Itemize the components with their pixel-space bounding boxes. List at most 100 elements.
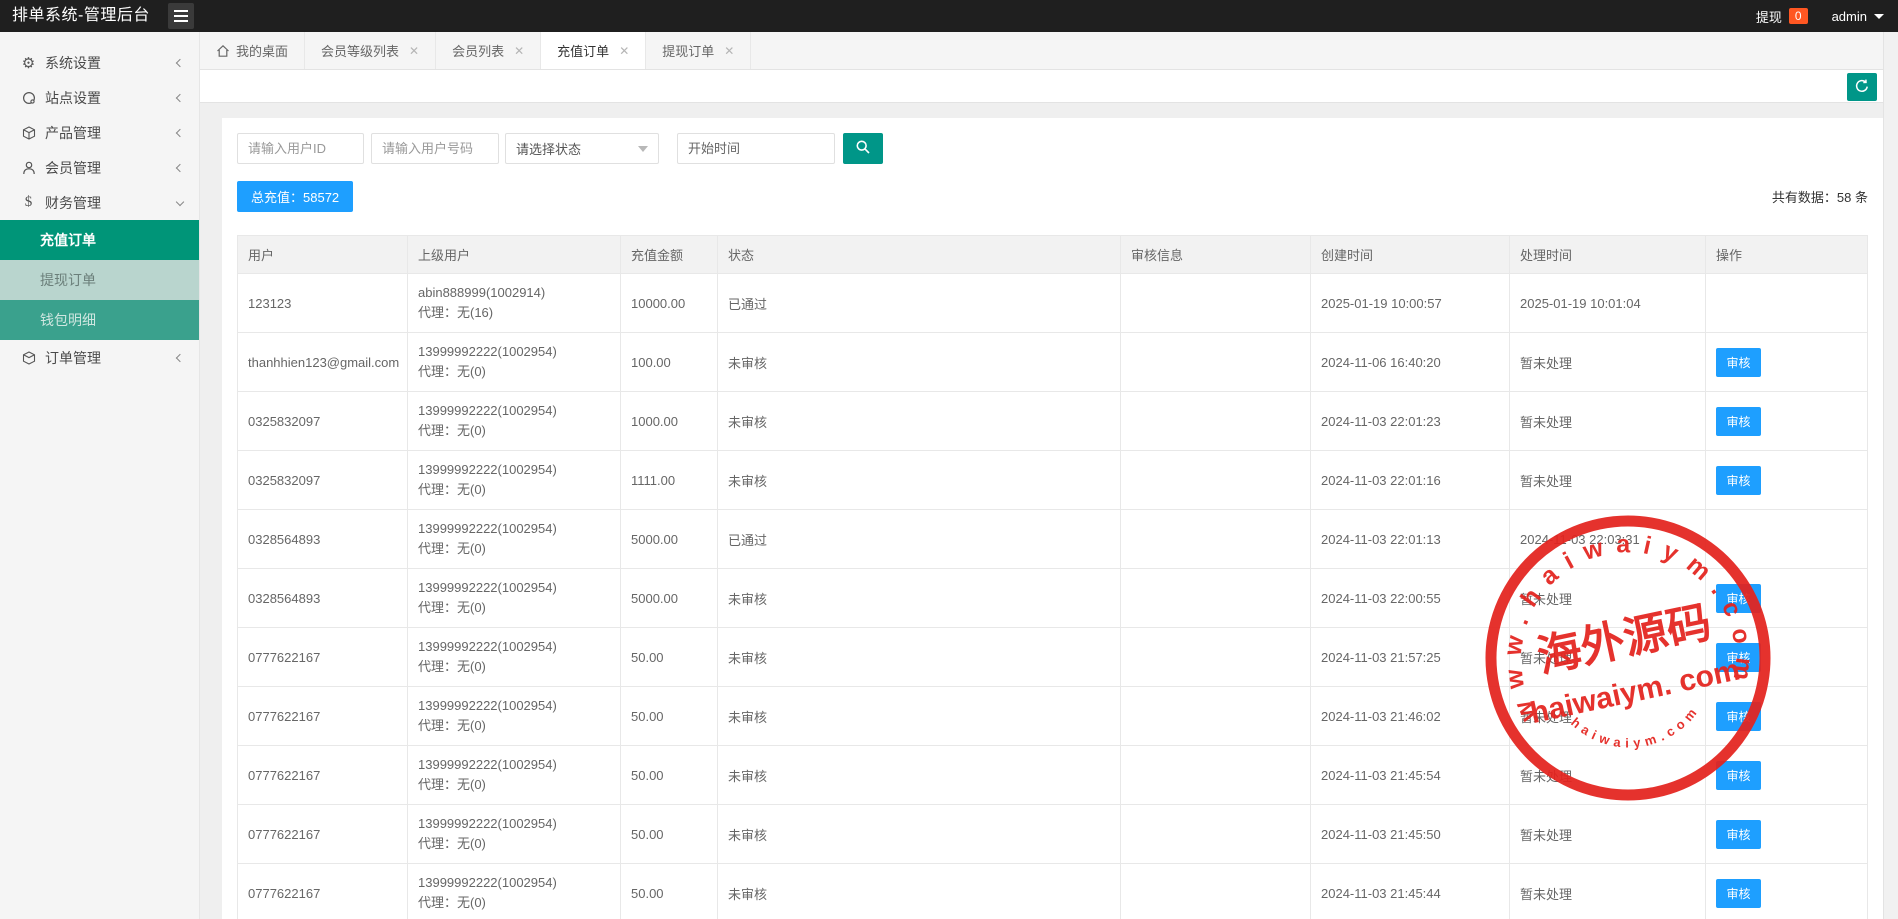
sidebar-item-order-management[interactable]: 订单管理 <box>0 340 199 375</box>
action-cell: 审核 <box>1706 864 1868 919</box>
tab-label: 会员列表 <box>452 41 504 60</box>
table-row: 032856489313999992222(1002954)代理：无(0)500… <box>238 510 1868 569</box>
audit-button[interactable]: 审核 <box>1716 702 1761 731</box>
user-menu[interactable]: admin <box>1832 9 1884 24</box>
agent-text: 代理：无(0) <box>418 834 610 854</box>
processed-time-cell: 暂未处理 <box>1510 569 1706 628</box>
close-icon[interactable]: ✕ <box>619 44 629 58</box>
amount-cell: 50.00 <box>621 864 718 919</box>
created-time-cell: 2024-11-03 21:45:44 <box>1311 864 1510 919</box>
created-time-cell: 2025-01-19 10:00:57 <box>1311 274 1510 333</box>
audit-button[interactable]: 审核 <box>1716 879 1761 908</box>
close-icon[interactable]: ✕ <box>724 44 734 58</box>
agent-text: 代理：无(0) <box>418 657 610 677</box>
tab-member-list[interactable]: 会员列表 ✕ <box>436 32 541 69</box>
refresh-icon <box>1854 78 1870 97</box>
user-cell: 0777622167 <box>238 628 408 687</box>
parent-user-cell: 13999992222(1002954)代理：无(0) <box>408 451 621 510</box>
parent-user-cell: 13999992222(1002954)代理：无(0) <box>408 746 621 805</box>
user-cell: 0328564893 <box>238 510 408 569</box>
sidebar-subitem-recharge-orders[interactable]: 充值订单 <box>0 220 199 260</box>
agent-text: 代理：无(0) <box>418 598 610 618</box>
action-cell: 审核 <box>1706 392 1868 451</box>
audit-button[interactable]: 审核 <box>1716 584 1761 613</box>
audit-button[interactable]: 审核 <box>1716 643 1761 672</box>
created-time-cell: 2024-11-03 22:00:55 <box>1311 569 1510 628</box>
audit-button[interactable]: 审核 <box>1716 348 1761 377</box>
gear-icon: ⚙ <box>20 54 37 72</box>
audit-info-cell <box>1121 510 1311 569</box>
username: admin <box>1832 9 1867 24</box>
tab-label: 我的桌面 <box>236 41 288 60</box>
stats-row: 总充值：58572 共有数据：58 条 <box>237 181 1868 212</box>
hamburger-menu-icon[interactable] <box>168 3 194 29</box>
tab-withdraw-orders[interactable]: 提现订单✕ <box>646 32 751 69</box>
user-cell: 0328564893 <box>238 569 408 628</box>
status-cell: 已通过 <box>718 510 1121 569</box>
sidebar-item-system-settings[interactable]: ⚙系统设置 <box>0 45 199 80</box>
user-phone-input[interactable] <box>371 133 499 164</box>
table-row: 032583209713999992222(1002954)代理：无(0)111… <box>238 451 1868 510</box>
audit-info-cell <box>1121 687 1311 746</box>
status-cell: 未审核 <box>718 628 1121 687</box>
table-row: 077762216713999992222(1002954)代理：无(0)50.… <box>238 628 1868 687</box>
sidebar-item-product-management[interactable]: 产品管理 <box>0 115 199 150</box>
parent-user-text: 13999992222(1002954) <box>418 637 610 657</box>
created-time-cell: 2024-11-03 21:46:02 <box>1311 687 1510 746</box>
sidebar-item-site-settings[interactable]: 站点设置 <box>0 80 199 115</box>
search-button[interactable] <box>843 133 883 164</box>
audit-button[interactable]: 审核 <box>1716 820 1761 849</box>
audit-button[interactable]: 审核 <box>1716 407 1761 436</box>
status-select[interactable]: 请选择状态 <box>505 133 659 164</box>
table-row: 077762216713999992222(1002954)代理：无(0)50.… <box>238 746 1868 805</box>
total-recharge-button[interactable]: 总充值：58572 <box>237 181 353 212</box>
tab-my-desktop[interactable]: 我的桌面 <box>200 32 305 69</box>
refresh-button[interactable] <box>1847 73 1877 101</box>
topbar-right: 提现 0 admin <box>1756 0 1884 32</box>
audit-button[interactable]: 审核 <box>1716 466 1761 495</box>
sidebar-item-finance-management[interactable]: $财务管理 <box>0 185 199 220</box>
toolbar <box>200 70 1883 103</box>
tab-member-level-list[interactable]: 会员等级列表✕ <box>305 32 436 69</box>
sidebar-item-label: 站点设置 <box>45 88 101 108</box>
member-icon <box>20 161 37 175</box>
status-cell: 已通过 <box>718 274 1121 333</box>
amount-cell: 50.00 <box>621 805 718 864</box>
sidebar-subitem-withdraw-orders[interactable]: 提现订单 <box>0 260 199 300</box>
processed-time-cell: 暂未处理 <box>1510 746 1706 805</box>
withdraw-notification[interactable]: 提现 0 <box>1756 7 1808 26</box>
sidebar-item-label: 会员管理 <box>45 158 101 178</box>
user-id-input[interactable] <box>237 133 364 164</box>
sidebar-item-member-management[interactable]: 会员管理 <box>0 150 199 185</box>
chevron-down-icon <box>176 198 184 206</box>
audit-info-cell <box>1121 746 1311 805</box>
sidebar-item-label: 订单管理 <box>45 348 101 368</box>
agent-text: 代理：无(0) <box>418 421 610 441</box>
user-cell: 123123 <box>238 274 408 333</box>
action-cell: 审核 <box>1706 569 1868 628</box>
amount-cell: 50.00 <box>621 687 718 746</box>
agent-text: 代理：无(0) <box>418 893 610 913</box>
close-icon[interactable]: ✕ <box>409 44 419 58</box>
parent-user-text: 13999992222(1002954) <box>418 696 610 716</box>
recharge-orders-panel: 请选择状态 总充值：58572 共有数据：58 条 用户上级用户充值金额状态审核… <box>222 118 1883 919</box>
processed-time-cell: 暂未处理 <box>1510 333 1706 392</box>
audit-button[interactable]: 审核 <box>1716 761 1761 790</box>
page-scrollbar[interactable] <box>1883 32 1898 919</box>
parent-user-cell: 13999992222(1002954)代理：无(0) <box>408 569 621 628</box>
site-icon <box>20 91 37 105</box>
sidebar-subitem-wallet-detail[interactable]: 钱包明细 <box>0 300 199 340</box>
start-time-input[interactable] <box>677 133 835 164</box>
status-cell: 未审核 <box>718 746 1121 805</box>
audit-info-cell <box>1121 274 1311 333</box>
parent-user-text: 13999992222(1002954) <box>418 342 610 362</box>
finance-icon: $ <box>20 194 37 211</box>
processed-time-cell: 2024-11-03 22:03:31 <box>1510 510 1706 569</box>
orders-table: 用户上级用户充值金额状态审核信息创建时间处理时间操作 123123abin888… <box>237 235 1868 919</box>
content-area: 请选择状态 总充值：58572 共有数据：58 条 用户上级用户充值金额状态审核… <box>200 103 1883 919</box>
tab-recharge-orders[interactable]: 充值订单✕ <box>541 32 646 69</box>
column-header: 状态 <box>718 236 1121 274</box>
tabbar: 我的桌面会员等级列表✕会员列表✕充值订单✕提现订单✕ <box>200 32 1883 70</box>
table-row: 032583209713999992222(1002954)代理：无(0)100… <box>238 392 1868 451</box>
close-icon[interactable]: ✕ <box>514 44 524 58</box>
